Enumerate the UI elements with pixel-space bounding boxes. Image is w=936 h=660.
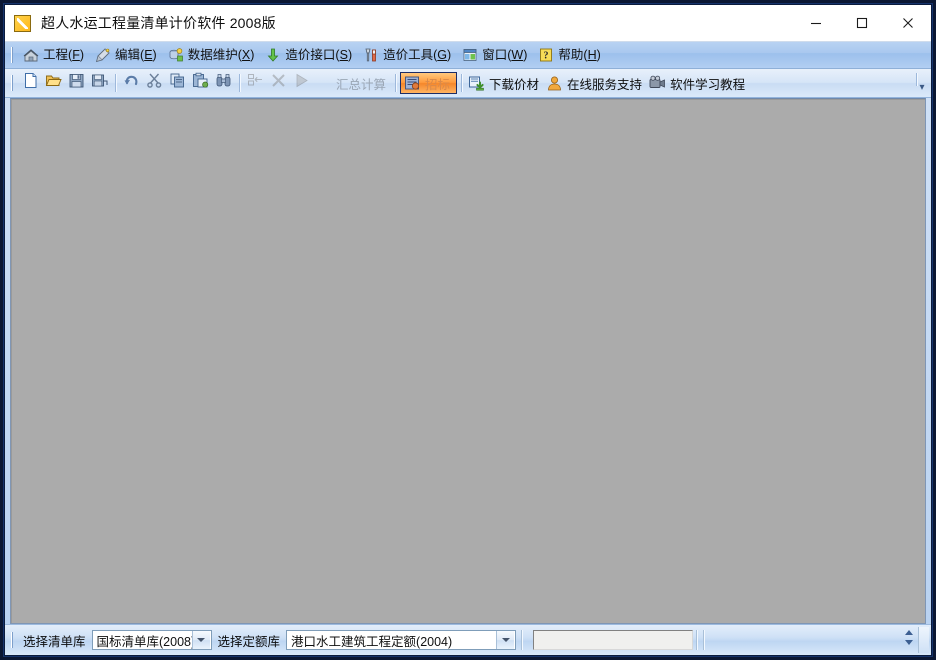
edit-brush-icon <box>95 47 111 63</box>
menu-item-help-label: 帮助(H) <box>558 47 601 62</box>
bill-library-label: 选择清单库 <box>23 634 86 649</box>
cross-icon <box>270 72 287 94</box>
summary-calculate-label: 汇总计算 <box>336 77 387 92</box>
menu-item-cost-interface-label: 造价接口(S) <box>285 47 353 62</box>
scissors-icon <box>146 72 163 94</box>
quota-library-select[interactable]: 港口水工建筑工程定额(2004) <box>286 630 517 650</box>
chevron-down-icon[interactable] <box>191 631 210 649</box>
copy-icon <box>169 72 186 94</box>
new-document-icon <box>22 72 39 94</box>
bid-icon <box>404 75 421 92</box>
window-controls <box>793 5 931 41</box>
maximize-button[interactable] <box>839 5 885 41</box>
paste-icon <box>192 72 209 94</box>
save-button[interactable] <box>65 72 88 95</box>
paste-button[interactable] <box>189 72 212 95</box>
copy-button[interactable] <box>166 72 189 95</box>
find-button[interactable] <box>212 72 235 95</box>
client-area-wrapper <box>5 98 931 624</box>
window-title: 超人水运工程量清单计价软件 2008版 <box>41 15 276 31</box>
menu-item-edit[interactable]: 编辑(E) <box>91 44 164 66</box>
svg-text:?: ? <box>544 51 549 62</box>
download-price-material-label: 下载价材 <box>489 77 540 92</box>
status-bar: 选择清单库 国标清单库(2008) 选择定额库 港口水工建筑工程定额(2004) <box>5 624 931 655</box>
chevron-down-icon: ▾ <box>919 82 925 93</box>
undo-button[interactable] <box>120 72 143 95</box>
app-icon <box>14 14 31 32</box>
online-support-icon <box>546 75 563 92</box>
menu-item-cost-interface[interactable]: 造价接口(S) <box>261 44 359 66</box>
toolbar-overflow-button[interactable]: ▾ <box>916 72 928 94</box>
calculator-icon <box>315 75 332 92</box>
menu-item-project-label: 工程(F) <box>43 47 84 62</box>
statusbar-separator <box>696 630 698 650</box>
menu-item-window-label: 窗口(W) <box>482 47 528 62</box>
statusbar-end-cap <box>918 627 929 653</box>
statusbar-separator <box>703 630 705 650</box>
download-price-material-button[interactable]: 下载价材 <box>466 72 544 95</box>
menu-item-project[interactable]: 工程(F) <box>19 44 91 66</box>
undo-arrow-icon <box>123 72 140 94</box>
toolbar-separator <box>461 74 463 92</box>
statusbar-drag-handle[interactable] <box>9 631 16 649</box>
summary-calculate-button[interactable]: 汇总计算 <box>313 72 391 95</box>
indent-button[interactable] <box>244 72 267 95</box>
video-tutorial-icon <box>649 75 666 92</box>
tools-icon <box>363 47 379 63</box>
play-triangle-icon <box>293 72 310 94</box>
save-as-icon <box>91 72 108 94</box>
menu-item-data-maintenance[interactable]: 数据维护(X) <box>164 44 262 66</box>
quota-library-value: 港口水工建筑工程定额(2004) <box>291 634 453 649</box>
run-button[interactable] <box>290 72 313 95</box>
menu-item-window[interactable]: 窗口(W) <box>458 44 534 66</box>
quota-library-label: 选择定额库 <box>217 634 281 649</box>
toolbar-separator <box>115 74 116 92</box>
bill-library-value: 国标清单库(2008) <box>96 634 192 649</box>
bid-mode-label: 招标 <box>425 77 451 92</box>
window-panes-icon <box>462 47 478 63</box>
menu-item-help[interactable]: ? 帮助(H) <box>534 44 607 66</box>
status-message-field[interactable] <box>533 630 694 650</box>
menu-item-edit-label: 编辑(E) <box>115 47 157 62</box>
download-icon <box>468 75 485 92</box>
application-window: 超人水运工程量清单计价软件 2008版 工程(F) 编辑(E) 数据维护(X) … <box>4 4 932 656</box>
new-file-button[interactable] <box>19 72 42 95</box>
bid-mode-button[interactable]: 招标 <box>400 72 458 94</box>
save-disk-icon <box>68 72 85 94</box>
title-bar: 超人水运工程量清单计价软件 2008版 <box>5 5 931 42</box>
save-as-button[interactable] <box>88 72 111 95</box>
statusbar-resize-grip[interactable] <box>903 627 917 653</box>
main-toolbar: 汇总计算 招标 下载价材 在线服务支持 软件学习教程 ▾ <box>5 69 931 98</box>
open-folder-icon <box>45 72 62 94</box>
delete-button[interactable] <box>267 72 290 95</box>
software-tutorial-label: 软件学习教程 <box>670 77 746 92</box>
online-support-label: 在线服务支持 <box>567 77 643 92</box>
software-tutorial-button[interactable]: 软件学习教程 <box>647 72 750 95</box>
online-support-button[interactable]: 在线服务支持 <box>544 72 647 95</box>
open-file-button[interactable] <box>42 72 65 95</box>
indent-icon <box>247 72 264 94</box>
menu-bar: 工程(F) 编辑(E) 数据维护(X) 造价接口(S) 造价工具(G) 窗口(W… <box>5 42 931 69</box>
menu-item-cost-tools[interactable]: 造价工具(G) <box>359 44 458 66</box>
green-down-arrow-icon <box>265 47 281 63</box>
project-icon <box>23 47 39 63</box>
menu-item-cost-tools-label: 造价工具(G) <box>383 47 452 62</box>
statusbar-separator <box>521 630 523 650</box>
toolbar-separator <box>239 74 240 92</box>
menu-item-data-maintenance-label: 数据维护(X) <box>187 47 255 62</box>
cut-button[interactable] <box>143 72 166 95</box>
binoculars-icon <box>215 72 232 94</box>
close-button[interactable] <box>885 5 931 41</box>
toolbar-drag-handle[interactable] <box>9 74 16 92</box>
toolbar-separator <box>395 74 397 92</box>
minimize-button[interactable] <box>793 5 839 41</box>
chevron-down-icon[interactable] <box>496 631 515 649</box>
bill-library-select[interactable]: 国标清单库(2008) <box>91 630 212 650</box>
menubar-drag-handle[interactable] <box>9 46 16 64</box>
mdi-workspace[interactable] <box>10 98 926 624</box>
database-maintenance-icon <box>168 47 184 63</box>
question-mark-icon: ? <box>538 47 554 63</box>
